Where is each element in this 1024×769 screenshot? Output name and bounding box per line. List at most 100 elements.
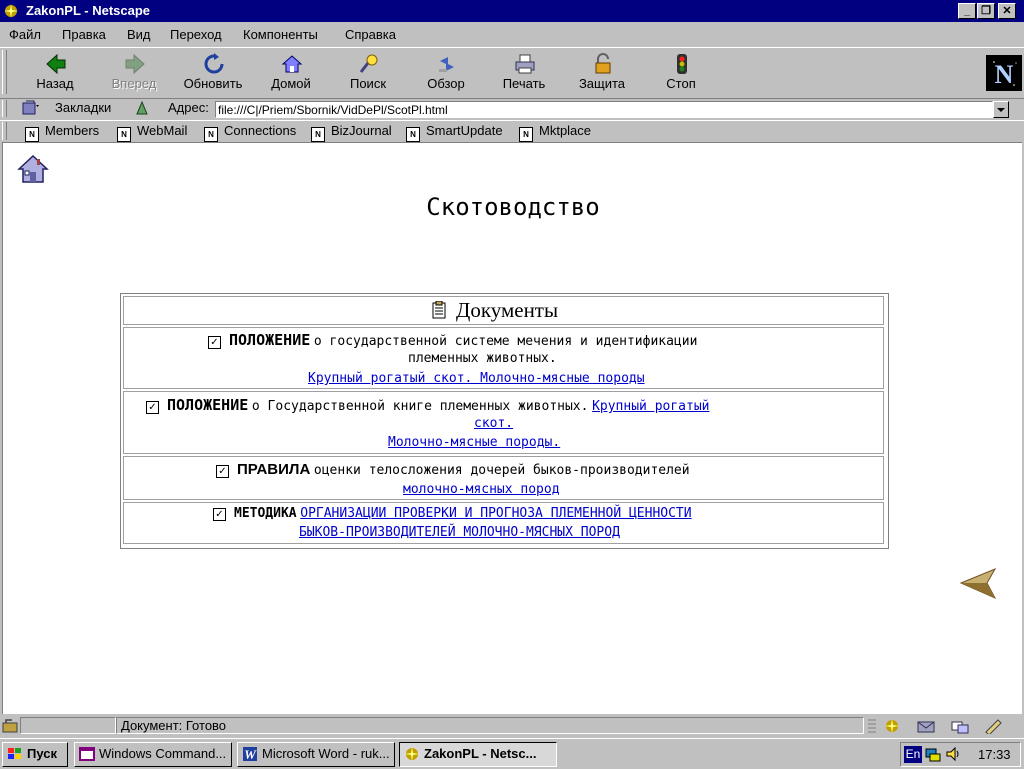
task-windows-command[interactable]: Windows Command... bbox=[74, 742, 232, 767]
toolbar-grip[interactable] bbox=[2, 50, 7, 94]
guide-icon bbox=[439, 57, 454, 72]
bookmark-page-icon: N bbox=[204, 127, 218, 142]
menu-view[interactable]: Вид bbox=[127, 27, 151, 42]
doc-link[interactable]: молочно-мясных пород bbox=[403, 482, 560, 497]
address-dropdown-button[interactable] bbox=[993, 101, 1009, 118]
start-button[interactable]: Пуск bbox=[2, 742, 68, 767]
print-button[interactable]: Печать bbox=[489, 48, 559, 96]
page-title: Скотоводство bbox=[426, 193, 600, 221]
back-button[interactable]: Назад bbox=[20, 48, 90, 96]
task-netscape[interactable]: ZakonPL - Netsc... bbox=[399, 742, 557, 767]
menu-edit[interactable]: Правка bbox=[62, 27, 106, 42]
table-row: ✓ МЕТОДИКА ОРГАНИЗАЦИИ ПРОВЕРКИ И ПРОГНОЗ… bbox=[123, 502, 884, 544]
chevron-down-icon bbox=[997, 108, 1005, 112]
menu-file[interactable]: Файл bbox=[9, 27, 41, 42]
title-bar: ZakonPL - Netscape _ ❐ ✕ bbox=[0, 0, 1024, 22]
table-header: Документы bbox=[123, 296, 884, 325]
svg-text:N: N bbox=[995, 60, 1014, 89]
search-button[interactable]: Поиск bbox=[333, 48, 403, 96]
link-bizjournal[interactable]: N BizJournal bbox=[311, 123, 392, 142]
documents-table: Документы ✓ ПОЛОЖЕНИЕ о государственной с… bbox=[120, 293, 889, 549]
doc-link[interactable]: Крупный рогатый bbox=[592, 399, 709, 414]
netscape-n-icon: N bbox=[986, 55, 1022, 91]
window-app-icon bbox=[79, 747, 95, 761]
forward-arrow-icon bbox=[125, 53, 145, 75]
doc-text: племенных животных. bbox=[408, 351, 557, 366]
personal-grip[interactable] bbox=[2, 122, 7, 140]
doc-link[interactable]: Крупный рогатый скот. Молочно-мясные пор… bbox=[308, 371, 645, 386]
doc-text: о государственной системе мечения и иден… bbox=[313, 334, 698, 349]
back-arrow-icon bbox=[46, 53, 66, 75]
table-row: ✓ ПОЛОЖЕНИЕ о государственной системе меч… bbox=[123, 327, 884, 389]
doc-link[interactable]: скот. bbox=[474, 416, 513, 431]
discussions-component-icon bbox=[951, 721, 969, 734]
navigation-toolbar: Назад Вперед Обновить Домой Поиск Обзор … bbox=[0, 47, 1024, 99]
doc-keyword: ПРАВИЛА bbox=[237, 461, 311, 478]
netscape-logo[interactable]: N bbox=[986, 55, 1022, 91]
doc-link[interactable]: Молочно-мясные породы. bbox=[388, 435, 560, 450]
link-webmail[interactable]: N WebMail bbox=[117, 123, 187, 142]
security-button[interactable]: Защита bbox=[567, 48, 637, 96]
search-icon bbox=[359, 54, 378, 73]
bookmark-page-icon: N bbox=[25, 127, 39, 142]
restore-button[interactable]: ❐ bbox=[977, 3, 995, 19]
doc-link[interactable]: ОРГАНИЗАЦИИ ПРОВЕРКИ И ПРОГНОЗА ПЛЕМЕННО… bbox=[300, 506, 691, 521]
checkbox-icon: ✓ bbox=[213, 508, 226, 521]
task-microsoft-word[interactable]: W Microsoft Word - ruk... bbox=[237, 742, 395, 767]
checkbox-icon: ✓ bbox=[146, 401, 159, 414]
security-status-icon[interactable] bbox=[2, 718, 18, 733]
navigator-component-icon bbox=[885, 719, 899, 733]
system-tray: En 17:33 bbox=[900, 742, 1021, 767]
volume-icon[interactable] bbox=[945, 746, 961, 762]
link-mktplace[interactable]: N Mktplace bbox=[519, 123, 591, 142]
reload-icon bbox=[204, 53, 224, 74]
svg-text:W: W bbox=[244, 747, 257, 762]
menu-bar: Файл Правка Вид Переход Компоненты Справ… bbox=[0, 23, 1024, 46]
progress-bar bbox=[20, 717, 116, 734]
mail-component-icon bbox=[917, 721, 935, 733]
network-icon[interactable] bbox=[925, 746, 941, 762]
minimize-button[interactable]: _ bbox=[958, 3, 976, 19]
doc-keyword: МЕТОДИКА bbox=[234, 506, 297, 521]
page-content: Скотоводство Документы ✓ ПОЛОЖЕНИЕ о госу… bbox=[2, 142, 1022, 714]
reload-button[interactable]: Обновить bbox=[178, 48, 248, 96]
address-label: Адрес: bbox=[168, 100, 209, 115]
clock: 17:33 bbox=[978, 747, 1011, 762]
guide-button[interactable]: Обзор bbox=[411, 48, 481, 96]
bookmark-page-icon: N bbox=[406, 127, 420, 142]
link-connections[interactable]: N Connections bbox=[204, 123, 296, 142]
stop-icon bbox=[677, 54, 687, 74]
close-button[interactable]: ✕ bbox=[998, 3, 1016, 19]
bookmarks-icon[interactable] bbox=[22, 100, 40, 116]
home-icon bbox=[281, 55, 303, 73]
language-indicator[interactable]: En bbox=[904, 746, 922, 763]
location-grip[interactable] bbox=[2, 100, 7, 117]
link-members[interactable]: N Members bbox=[25, 123, 99, 142]
word-icon: W bbox=[243, 747, 257, 762]
stop-button[interactable]: Стоп bbox=[646, 48, 716, 96]
netscape-app-icon bbox=[405, 747, 419, 761]
link-smartupdate[interactable]: N SmartUpdate bbox=[406, 123, 503, 142]
doc-link[interactable]: БЫКОВ-ПРОИЗВОДИТЕЛЕЙ МОЛОЧНО-МЯСНЫХ ПОРО… bbox=[299, 525, 620, 540]
doc-text: о Государственной книге племенных животн… bbox=[251, 399, 589, 414]
status-text: Документ: Готово bbox=[116, 717, 864, 734]
printer-icon bbox=[515, 54, 535, 74]
address-input[interactable]: file:///C|/Priem/Sbornik/VidDePl/ScotPl.… bbox=[215, 101, 993, 118]
home-button[interactable]: Домой bbox=[256, 48, 326, 96]
doc-keyword: ПОЛОЖЕНИЕ bbox=[229, 331, 311, 349]
component-grip bbox=[868, 719, 876, 733]
doc-text: оценки телосложения дочерей быков-произв… bbox=[313, 463, 690, 478]
lock-icon bbox=[595, 53, 611, 74]
windows-logo-icon bbox=[8, 748, 21, 759]
menu-help[interactable]: Справка bbox=[345, 27, 396, 42]
bookmarks-label[interactable]: Закладки bbox=[55, 100, 111, 115]
back-nav-arrow-icon[interactable] bbox=[959, 567, 999, 601]
home-page-icon[interactable] bbox=[17, 153, 49, 185]
menu-go[interactable]: Переход bbox=[170, 27, 222, 42]
component-bar bbox=[866, 718, 1016, 737]
clipboard-icon bbox=[432, 301, 446, 319]
page-proxy-icon[interactable] bbox=[135, 100, 149, 116]
forward-button[interactable]: Вперед bbox=[99, 48, 169, 96]
checkbox-icon: ✓ bbox=[208, 336, 221, 349]
menu-components[interactable]: Компоненты bbox=[243, 27, 318, 42]
